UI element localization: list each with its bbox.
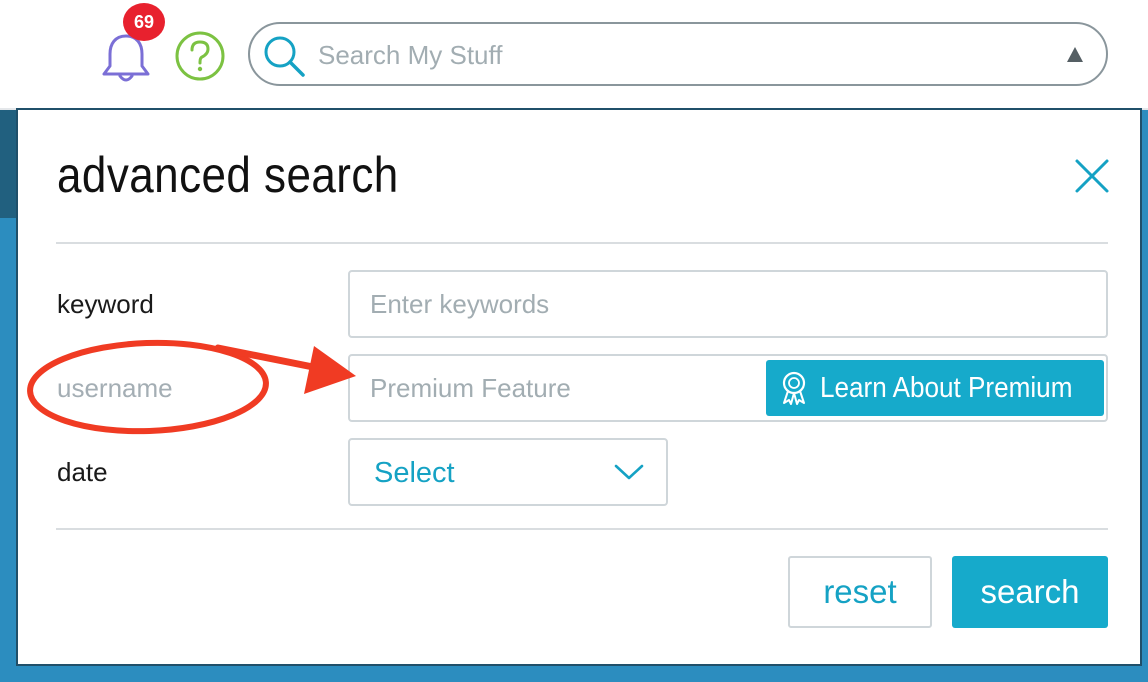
date-select-value: Select: [374, 457, 455, 489]
top-bar: 69 Search My Stuff: [0, 0, 1148, 108]
dialog-header-divider: [56, 242, 1108, 244]
global-search-placeholder: Search My Stuff: [318, 40, 503, 70]
triangle-up-icon[interactable]: [1064, 44, 1086, 66]
notification-count-badge: 69: [123, 3, 165, 41]
search-button[interactable]: search: [952, 556, 1108, 628]
award-ribbon-icon: [782, 371, 806, 405]
help-button[interactable]: [174, 30, 226, 82]
dialog-footer-divider: [56, 528, 1108, 530]
keyword-label: keyword: [57, 289, 154, 319]
magnifier-icon: [264, 36, 305, 77]
date-select[interactable]: Select: [348, 438, 668, 506]
close-x-icon: [1075, 159, 1109, 193]
global-search-bar[interactable]: Search My Stuff: [248, 22, 1108, 86]
date-label: date: [57, 457, 108, 487]
learn-about-premium-button[interactable]: Learn About Premium: [766, 360, 1104, 416]
question-mark-circle-icon: [175, 31, 225, 81]
reset-button[interactable]: reset: [788, 556, 932, 628]
page-backdrop-right: [1140, 110, 1148, 682]
username-label: username: [57, 373, 173, 403]
keyword-input[interactable]: [350, 272, 1106, 336]
keyword-field: [348, 270, 1108, 338]
learn-about-premium-label: Learn About Premium: [820, 372, 1073, 404]
page-backdrop-left-dark: [0, 110, 20, 218]
page-backdrop-bottom: [0, 662, 1148, 682]
chevron-down-icon: [614, 464, 644, 480]
close-button[interactable]: [1070, 154, 1114, 198]
dialog-title: advanced search: [57, 147, 399, 203]
